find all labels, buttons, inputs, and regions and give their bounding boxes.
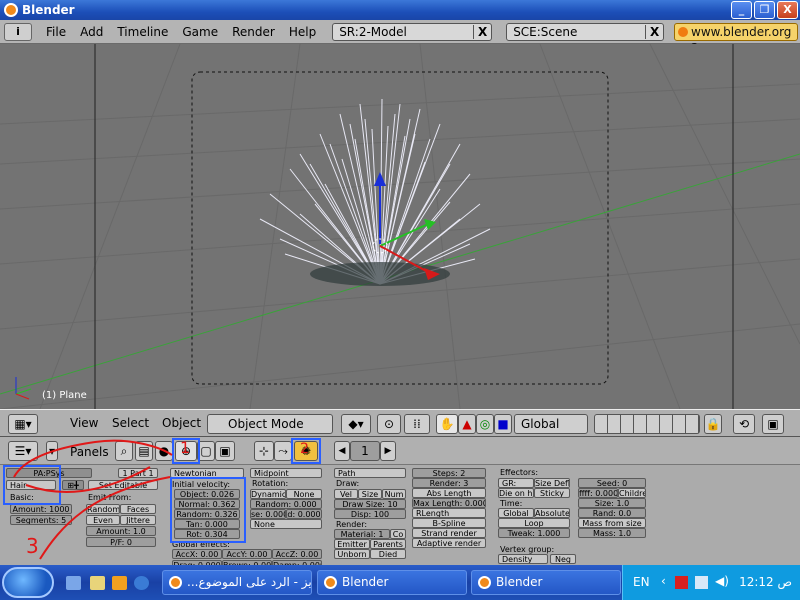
system-tray: EN ‹ ◀) 12:12 ص (622, 565, 800, 600)
minimize-button[interactable]: _ (731, 1, 752, 19)
axis-widget (15, 377, 32, 400)
browser-task-icon (169, 576, 182, 589)
3d-view-header: ▦▾ View Select Object Object Mode ◆▾ ⊙ ⁞… (0, 409, 800, 437)
menu-file[interactable]: File (46, 25, 66, 39)
screen-delete-icon[interactable]: X (473, 24, 491, 39)
mode-label: Object Mode (228, 417, 304, 431)
language-indicator[interactable]: EN (633, 575, 650, 589)
menu-object[interactable]: Object (162, 416, 201, 430)
shading-selector[interactable]: ◆▾ (341, 414, 371, 434)
link-icon[interactable]: ⟲ (733, 414, 755, 434)
camera-frame (191, 71, 609, 385)
screen-selector[interactable]: SR:2-Model X (332, 22, 493, 41)
scene-delete-icon[interactable]: X (645, 24, 663, 39)
menu-select[interactable]: Select (112, 416, 149, 430)
network-tray-icon[interactable] (695, 576, 708, 589)
active-object-label: (1) Plane (42, 390, 87, 401)
rotate-manip-icon[interactable]: ◎ (476, 414, 494, 434)
media-player-icon[interactable] (112, 576, 127, 590)
firefox-icon[interactable] (134, 576, 149, 590)
menu-timeline[interactable]: Timeline (117, 25, 168, 39)
render-icon[interactable]: ▣ (762, 414, 784, 434)
menu-help[interactable]: Help (289, 25, 316, 39)
translate-manip-icon[interactable]: ▲ (458, 414, 476, 434)
menu-view[interactable]: View (70, 416, 98, 430)
menu-game[interactable]: Game (182, 25, 218, 39)
red-annotation-arrows (13, 439, 173, 560)
viewport-scene (0, 44, 800, 409)
browser-task-label: ...الصنايز - الرد على الموضوع (187, 575, 312, 589)
buttons-window: ☰▾ ▾ Panels ⌕ ▤ ● ⊕ ▢ ▣ ⊹ ⤳ ✺ ◀ 1 ▶ PA:P… (0, 437, 800, 569)
lock-layers-icon[interactable]: 🔒 (704, 414, 722, 434)
blender-task-label: Blender (342, 575, 389, 589)
menu-render[interactable]: Render (232, 25, 275, 39)
menu-add[interactable]: Add (80, 25, 103, 39)
manipulator-hand-icon[interactable]: ✋ (436, 414, 458, 434)
pivot-selector[interactable]: ⊙ (377, 414, 401, 434)
blender-app-icon (4, 3, 18, 17)
orientation-label: Global (521, 417, 560, 431)
blender-task-icon-2 (478, 576, 491, 589)
taskbar-item-blender-1[interactable]: Blender (317, 570, 467, 595)
window-title: Blender (22, 3, 75, 17)
blender-task-label-2: Blender (496, 575, 543, 589)
maximize-button[interactable]: ❐ (754, 1, 775, 19)
3d-viewport[interactable]: (1) Plane (0, 44, 800, 409)
windows-taskbar: ...الصنايز - الرد على الموضوع Blender Bl… (0, 565, 800, 600)
mode-selector[interactable]: Object Mode (207, 414, 333, 434)
tray-expand-icon[interactable]: ‹ (661, 574, 666, 588)
taskbar-item-browser[interactable]: ...الصنايز - الرد على الموضوع (162, 570, 312, 595)
layer-buttons[interactable] (594, 414, 700, 434)
blender-task-icon (324, 576, 337, 589)
antivirus-tray-icon[interactable] (675, 576, 688, 589)
annotation-number-3: 3 (26, 534, 39, 558)
volume-tray-icon[interactable]: ◀) (715, 574, 729, 588)
annotation-number-1: 1 (180, 438, 191, 457)
clock[interactable]: 12:12 ص (739, 575, 792, 589)
scene-selector[interactable]: SCE:Scene X (506, 22, 665, 41)
window-titlebar: Blender _ ❐ X (0, 0, 800, 20)
annotation-number-2: 2 (300, 441, 309, 457)
scale-manip-icon[interactable]: ■ (494, 414, 512, 434)
start-button[interactable] (2, 567, 54, 598)
snap-dots-icon[interactable]: ⁞⁞ (404, 414, 430, 434)
scene-name: SCE:Scene (513, 24, 578, 39)
explorer-icon[interactable] (90, 576, 105, 590)
orientation-selector[interactable]: Global (514, 414, 588, 434)
editor-type-icon[interactable]: ▦▾ (8, 414, 38, 434)
hair-particles (259, 98, 491, 285)
show-desktop-icon[interactable] (66, 576, 81, 590)
close-window-button[interactable]: X (777, 1, 798, 19)
info-icon[interactable]: i (4, 22, 32, 41)
screen-name: SR:2-Model (339, 24, 407, 39)
blender-url-badge[interactable]: www.blender.org 2 (674, 23, 798, 55)
taskbar-item-blender-2[interactable]: Blender (471, 570, 621, 595)
